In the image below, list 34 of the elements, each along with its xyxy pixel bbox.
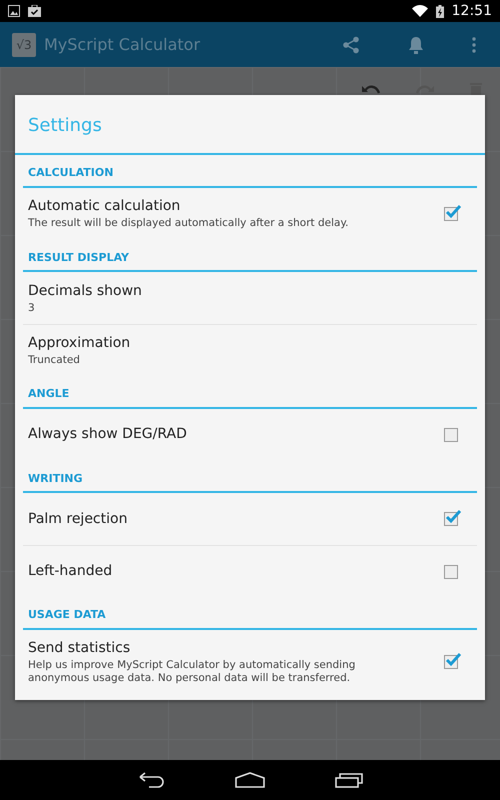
setting-summary: The result will be displayed automatically after a short delay.	[28, 217, 350, 231]
section-header: USAGE DATA	[23, 597, 477, 630]
section-header: WRITING	[23, 460, 477, 493]
setting-title: Palm rejection	[28, 510, 128, 528]
app-logo: √3	[12, 32, 36, 56]
home-icon[interactable]	[235, 772, 265, 788]
undo-icon[interactable]	[362, 83, 380, 95]
setting-title: Decimals shown	[28, 282, 143, 301]
trash-icon[interactable]	[470, 83, 482, 95]
setting-title: Automatic calculation	[28, 197, 182, 216]
overflow-menu-icon[interactable]	[472, 36, 476, 52]
image-icon	[8, 5, 20, 17]
setting-summary: Help us improve MyScript Calculator by automatically sending anonymous usage data. No personal data will be transferred.	[28, 658, 356, 686]
app-title: MyScript Calculator	[44, 34, 202, 56]
section-header: ANGLE	[23, 376, 477, 408]
bell-icon[interactable]	[408, 36, 424, 54]
checkbox[interactable]	[444, 428, 458, 442]
setting-summary: 3	[28, 302, 36, 316]
wifi-icon	[412, 5, 428, 17]
setting-title: Send statistics	[28, 638, 132, 658]
battery-icon	[436, 4, 444, 18]
setting-title: Approximation	[28, 334, 132, 354]
recent-apps-icon[interactable]	[335, 772, 363, 788]
setting-title: Always show DEG/RAD	[28, 425, 188, 444]
section-header: CALCULATION	[23, 155, 477, 188]
share-icon[interactable]	[342, 36, 360, 54]
back-icon[interactable]	[137, 772, 165, 788]
briefcase-icon	[28, 5, 41, 17]
section-header: RESULT DISPLAY	[23, 240, 477, 272]
setting-title: Left-handed	[28, 562, 114, 581]
clock-time: 12:51	[452, 2, 492, 20]
checkbox[interactable]	[444, 564, 458, 578]
dialog-title: Settings	[15, 95, 485, 155]
setting-summary: Truncated	[28, 354, 81, 368]
